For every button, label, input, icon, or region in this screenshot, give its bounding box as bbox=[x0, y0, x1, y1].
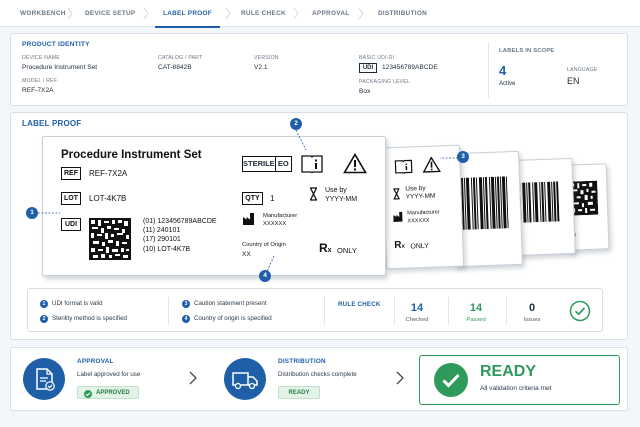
divider bbox=[394, 297, 395, 325]
rule-result-4: Country of origin is specified bbox=[194, 315, 272, 322]
divider bbox=[168, 297, 169, 325]
rule-number-2: 2 bbox=[40, 315, 48, 323]
ready-badge: READY bbox=[278, 386, 320, 399]
chevron-right-icon bbox=[189, 371, 197, 385]
passed-count: 14 bbox=[469, 302, 483, 314]
approved-badge: APPROVED bbox=[77, 386, 139, 399]
workflow-status-panel: APPROVAL Label approved for use APPROVED… bbox=[10, 347, 628, 411]
divider bbox=[506, 297, 507, 325]
rule-result-2: Sterility method is specified bbox=[52, 315, 127, 322]
approval-text: Label approved for use bbox=[77, 371, 141, 378]
callout-1[interactable]: 1 bbox=[26, 207, 38, 219]
checked-label: Checked bbox=[405, 317, 429, 323]
ready-status-box: READY All validation criteria met bbox=[419, 355, 620, 405]
delivery-truck-icon bbox=[224, 358, 266, 400]
callout-4[interactable]: 4 bbox=[259, 270, 271, 282]
callout-2[interactable]: 2 bbox=[290, 118, 302, 130]
rule-check-title: RULE CHECK bbox=[338, 301, 381, 308]
distribution-title: DISTRIBUTION bbox=[278, 358, 326, 365]
approval-document-icon bbox=[23, 358, 65, 400]
ready-text: All validation criteria met bbox=[480, 385, 552, 392]
rule-number-3: 3 bbox=[182, 300, 190, 308]
issues-label: Issues bbox=[523, 317, 541, 323]
divider bbox=[324, 297, 325, 325]
rule-check-panel: 1 UDI format is valid 2 Sterility method… bbox=[27, 288, 603, 332]
distribution-text: Distribution checks complete bbox=[278, 371, 357, 378]
rule-result-3: Caution statement present bbox=[194, 300, 267, 307]
rule-number-4: 4 bbox=[182, 315, 190, 323]
passed-label: Passed bbox=[466, 317, 486, 323]
rule-result-1: UDI format is valid bbox=[52, 300, 103, 307]
approval-title: APPROVAL bbox=[77, 358, 114, 365]
rule-number-1: 1 bbox=[40, 300, 48, 308]
checked-count: 14 bbox=[410, 302, 424, 314]
check-icon bbox=[84, 389, 92, 398]
callout-3[interactable]: 3 bbox=[457, 151, 469, 163]
chevron-right-icon bbox=[396, 371, 404, 385]
ready-title: READY bbox=[480, 363, 537, 380]
check-circle-icon bbox=[569, 300, 591, 322]
check-circle-icon bbox=[434, 363, 468, 397]
divider bbox=[448, 297, 449, 325]
issues-count: 0 bbox=[528, 302, 536, 314]
